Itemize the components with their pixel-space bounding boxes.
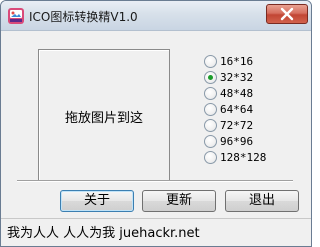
radio-button[interactable] bbox=[204, 55, 217, 68]
title-bar[interactable]: ICO图标转换精V1.0 bbox=[1, 1, 311, 31]
size-option-label: 32*32 bbox=[220, 71, 254, 84]
size-option-48[interactable]: 48*48 bbox=[204, 85, 304, 101]
client-area: 拖放图片到这 16*16 32*32 48*48 64*64 72*72 96*… bbox=[5, 32, 307, 216]
ico-app-icon bbox=[8, 8, 24, 24]
image-drop-area[interactable]: 拖放图片到这 bbox=[38, 49, 170, 182]
exit-button[interactable]: 退出 bbox=[225, 190, 299, 212]
radio-button[interactable] bbox=[204, 151, 217, 164]
size-option-32[interactable]: 32*32 bbox=[204, 69, 304, 85]
size-option-72[interactable]: 72*72 bbox=[204, 117, 304, 133]
radio-button[interactable] bbox=[204, 135, 217, 148]
size-option-16[interactable]: 16*16 bbox=[204, 53, 304, 69]
size-option-128[interactable]: 128*128 bbox=[204, 149, 304, 165]
window-title: ICO图标转换精V1.0 bbox=[29, 10, 138, 24]
size-option-label: 48*48 bbox=[220, 87, 254, 100]
close-icon bbox=[280, 7, 294, 21]
size-option-label: 96*96 bbox=[220, 135, 254, 148]
status-text: 我为人人 人人为我 juehackr.net bbox=[7, 226, 200, 241]
close-button[interactable] bbox=[266, 4, 308, 24]
size-option-label: 16*16 bbox=[220, 55, 254, 68]
drop-area-label: 拖放图片到这 bbox=[64, 111, 143, 126]
update-button[interactable]: 更新 bbox=[142, 190, 216, 212]
radio-button[interactable] bbox=[204, 87, 217, 100]
radio-button[interactable] bbox=[204, 103, 217, 116]
size-option-label: 72*72 bbox=[220, 119, 254, 132]
radio-button[interactable] bbox=[204, 119, 217, 132]
size-option-label: 64*64 bbox=[220, 103, 254, 116]
size-option-label: 128*128 bbox=[220, 151, 267, 164]
app-window: ICO图标转换精V1.0 拖放图片到这 16*16 32*32 48*48 64… bbox=[0, 0, 312, 247]
radio-button-selected[interactable] bbox=[204, 71, 217, 84]
separator-line bbox=[17, 180, 293, 182]
about-button[interactable]: 关于 bbox=[60, 190, 134, 212]
status-bar: 我为人人 人人为我 juehackr.net bbox=[1, 218, 311, 241]
size-option-64[interactable]: 64*64 bbox=[204, 101, 304, 117]
radio-selected-dot bbox=[208, 75, 213, 80]
size-option-96[interactable]: 96*96 bbox=[204, 133, 304, 149]
